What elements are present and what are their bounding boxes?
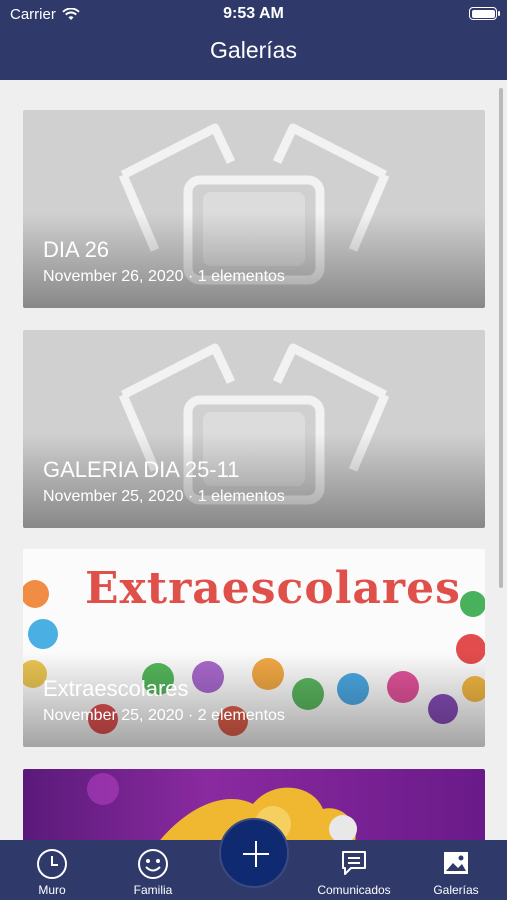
gallery-card[interactable]: Extraescolares Extraescolares November 2… xyxy=(23,549,485,747)
navigation-bar: Galerías xyxy=(0,28,507,80)
tab-label: Muro xyxy=(38,883,66,897)
gallery-subtitle: November 25, 2020 · 2 elementos xyxy=(43,707,285,724)
status-bar: Carrier 9:53 AM xyxy=(0,0,507,28)
tab-label: Comunicados xyxy=(317,883,391,897)
gallery-title: Extraescolares xyxy=(43,676,189,701)
scrollbar[interactable] xyxy=(499,88,503,588)
tab-galerias[interactable]: Galerías xyxy=(406,840,506,900)
battery-icon xyxy=(469,7,500,20)
tab-label: Galerías xyxy=(433,883,479,897)
gallery-card[interactable]: DIA 26 November 26, 2020 · 1 elementos xyxy=(23,110,485,308)
gallery-card[interactable]: GALERIA DIA 25-11 November 25, 2020 · 1 … xyxy=(23,330,485,528)
gallery-list[interactable]: DIA 26 November 26, 2020 · 1 elementos G… xyxy=(0,80,507,840)
tab-comunicados[interactable]: Comunicados xyxy=(304,840,404,900)
gallery-subtitle: November 26, 2020 · 1 elementos xyxy=(43,268,285,285)
message-icon xyxy=(342,851,366,875)
gallery-title: DIA 26 xyxy=(43,237,110,262)
smiley-icon xyxy=(138,849,168,879)
gallery-title: GALERIA DIA 25-11 xyxy=(43,457,240,482)
add-button[interactable] xyxy=(219,818,289,888)
gallery-subtitle: November 25, 2020 · 1 elementos xyxy=(43,488,285,505)
gallery-icon xyxy=(444,852,468,874)
tab-familia[interactable]: Familia xyxy=(103,840,203,900)
tab-muro[interactable]: Muro xyxy=(2,840,102,900)
tab-label: Familia xyxy=(133,883,173,897)
clock-icon xyxy=(37,849,67,879)
status-time: 9:53 AM xyxy=(223,5,284,22)
page-title: Galerías xyxy=(210,37,297,63)
gallery-image-text: Extraescolares xyxy=(85,563,461,614)
